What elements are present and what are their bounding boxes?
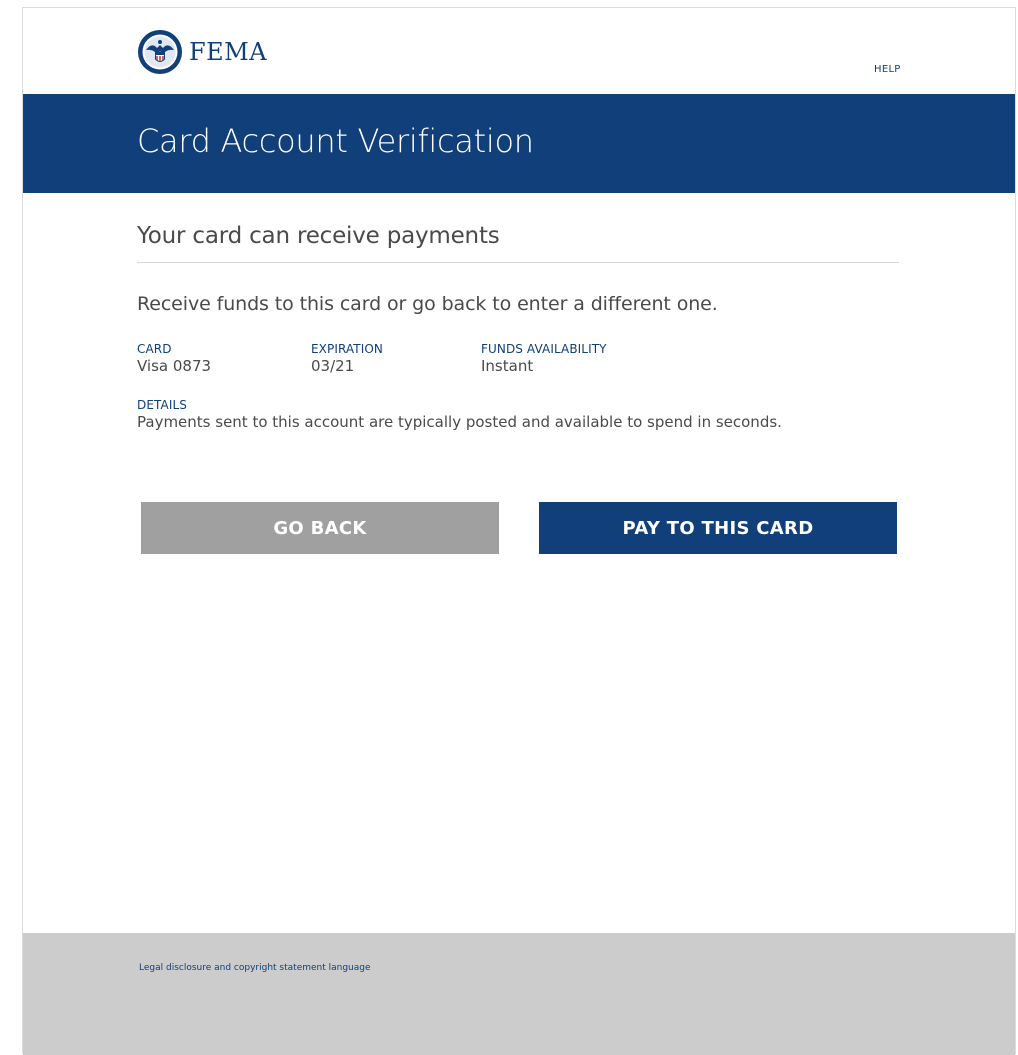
details-label: DETAILS (137, 398, 187, 412)
site-header: FEMA HELP (23, 8, 1015, 94)
pay-to-card-button[interactable]: PAY TO THIS CARD (539, 502, 897, 554)
legal-disclosure-link[interactable]: Legal disclosure and copyright statement… (139, 963, 371, 973)
page-frame: FEMA HELP Card Account Verification Your… (22, 7, 1016, 1055)
dhs-seal-icon (138, 30, 182, 74)
expiration-value: 03/21 (311, 357, 355, 375)
funds-availability-field: FUNDS AVAILABILITY Instant (481, 342, 607, 375)
logo-text: FEMA (189, 38, 268, 66)
site-footer: Legal disclosure and copyright statement… (23, 933, 1015, 1055)
funds-availability-label: FUNDS AVAILABILITY (481, 342, 607, 356)
intro-text: Receive funds to this card or go back to… (137, 293, 718, 315)
details-value: Payments sent to this account are typica… (137, 413, 782, 431)
card-label: CARD (137, 342, 172, 356)
expiration-field: EXPIRATION 03/21 (311, 342, 481, 375)
page-banner: Card Account Verification (23, 94, 1015, 193)
card-value: Visa 0873 (137, 357, 212, 375)
expiration-label: EXPIRATION (311, 342, 383, 356)
section-title: Your card can receive payments (137, 223, 899, 263)
fema-logo[interactable]: FEMA (137, 29, 267, 75)
go-back-button[interactable]: GO BACK (141, 502, 499, 554)
card-field: CARD Visa 0873 (137, 342, 311, 375)
page-title: Card Account Verification (137, 122, 534, 160)
action-buttons: GO BACK PAY TO THIS CARD (141, 502, 899, 554)
funds-availability-value: Instant (481, 357, 534, 375)
main-content: Your card can receive payments Receive f… (137, 193, 899, 431)
details-field: DETAILS Payments sent to this account ar… (137, 398, 899, 431)
help-link[interactable]: HELP (874, 64, 901, 75)
card-summary: CARD Visa 0873 EXPIRATION 03/21 FUNDS AV… (137, 342, 899, 375)
